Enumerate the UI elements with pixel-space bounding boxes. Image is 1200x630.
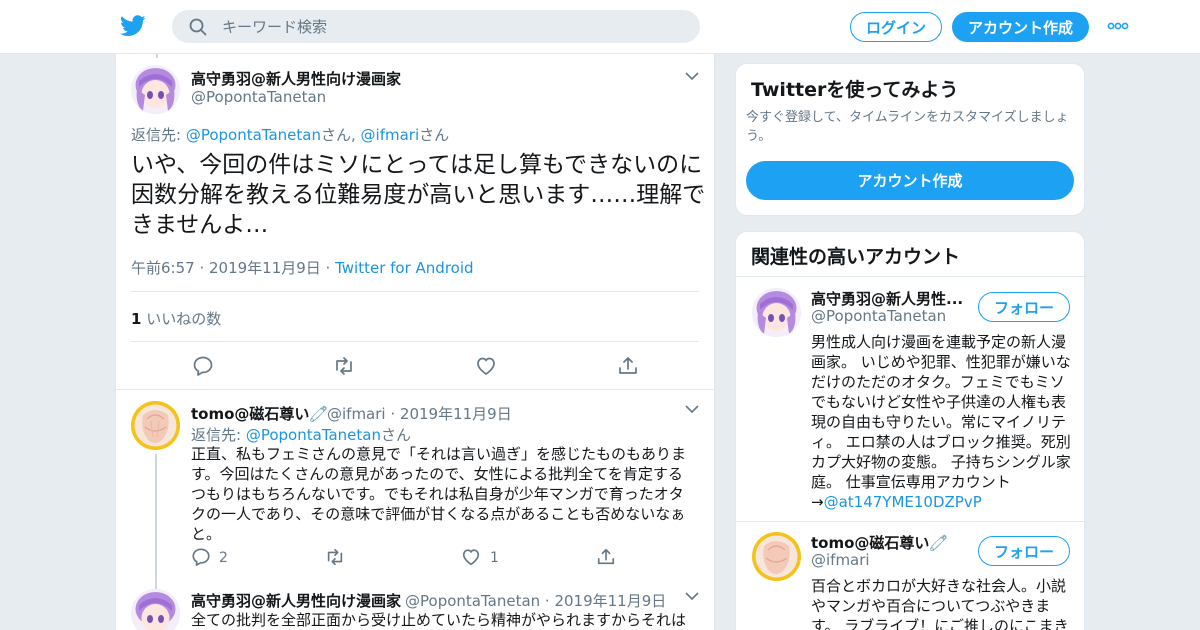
author-name[interactable]: 高守勇羽@新人男性向け漫画家 — [191, 590, 401, 611]
reply-to-label: 返信先: — [131, 126, 186, 144]
account-name[interactable]: 高守勇羽@新人男性... — [811, 288, 971, 309]
card-title: Twitterを使ってみよう — [751, 79, 959, 101]
author-handle[interactable]: @PopontaTanetan — [191, 88, 326, 106]
avatar[interactable] — [131, 65, 180, 114]
likes-label: いいねの数 — [141, 310, 222, 328]
tweet-text: いや、今回の件はミソにとっては足し算もできないのに因数分解を教える位難易度が高い… — [131, 152, 706, 238]
like-count: 1 — [490, 550, 499, 566]
honorific: さん — [419, 126, 450, 144]
divider — [131, 291, 699, 292]
avatar[interactable] — [752, 532, 801, 581]
divider — [116, 389, 714, 390]
account-handle[interactable]: @ifmari — [811, 551, 870, 569]
tweet-text: 正直、私もフェミさんの意見で「それは言い過ぎ」を感じたものもあります。今回はたく… — [191, 445, 687, 543]
author-handle[interactable]: @PopontaTanetan — [405, 592, 540, 610]
reply-to-label: 返信先: — [191, 426, 246, 444]
search-icon — [189, 18, 207, 36]
like-heart-icon[interactable] — [461, 547, 481, 567]
bio-text: 男性成人向け漫画を連載予定の新人漫画家。 いじめや犯罪、性犯罪が嫌いなだけのただ… — [811, 333, 1071, 511]
reply-count: 2 — [219, 550, 228, 566]
account-handle[interactable]: @PopontaTanetan — [811, 307, 946, 325]
likes-count[interactable]: 1 いいねの数 — [131, 308, 221, 329]
more-options-icon[interactable] — [1107, 21, 1129, 31]
reply-to-line: 返信先: @PopontaTanetanさん — [191, 424, 411, 445]
twitter-bird-icon[interactable] — [120, 14, 146, 38]
signup-card-button[interactable]: アカウント作成 — [746, 161, 1074, 200]
reply-to-user-link[interactable]: @PopontaTanetan — [246, 426, 381, 444]
avatar[interactable] — [131, 589, 180, 630]
divider — [736, 521, 1084, 522]
login-button[interactable]: ログイン — [850, 12, 942, 42]
likes-number: 1 — [131, 310, 142, 328]
reply-author-meta: @ifmari · 2019年11月9日 — [327, 403, 512, 424]
share-icon[interactable] — [596, 547, 616, 567]
tweet-meta: 午前6:57 · 2019年11月9日 · Twitter for Androi… — [131, 257, 474, 278]
tweet-source-link[interactable]: Twitter for Android — [335, 259, 473, 277]
thread-connector — [156, 54, 158, 58]
share-icon[interactable] — [617, 355, 639, 377]
avatar[interactable] — [752, 288, 801, 337]
signup-button[interactable]: アカウント作成 — [952, 12, 1089, 42]
top-navigation-bar: ログイン アカウント作成 — [0, 0, 1200, 54]
author-name[interactable]: tomo@磁石尊い🧷 — [191, 403, 328, 424]
retweet-icon[interactable] — [325, 547, 345, 567]
chevron-down-icon[interactable] — [685, 591, 699, 601]
author-name[interactable]: 高守勇羽@新人男性向け漫画家 — [191, 68, 401, 89]
tweet-text: 全ての批判を全部正面から受け止めていたら精神がやられますからそれは — [191, 611, 687, 629]
honorific: さん — [380, 426, 411, 444]
follow-button[interactable]: フォロー — [978, 536, 1070, 566]
like-heart-icon[interactable] — [475, 355, 497, 377]
account-bio: 男性成人向け漫画を連載予定の新人漫画家。 いじめや犯罪、性犯罪が嫌いなだけのただ… — [811, 332, 1073, 512]
account-bio: 百合とボカロが大好きな社会人。小説やマンガや百合についてつぶやきます。 ラブライ… — [811, 577, 1069, 630]
reply-icon[interactable] — [191, 547, 211, 567]
card-title: 関連性の高いアカウント — [751, 246, 961, 268]
honorific: さん, — [320, 126, 361, 144]
account-name[interactable]: tomo@磁石尊い🧷 — [811, 532, 948, 553]
divider — [736, 276, 1084, 277]
card-subtitle: 今すぐ登録して、タイムラインをカスタマイズしましょう。 — [746, 110, 1069, 144]
search-input[interactable] — [222, 10, 682, 43]
related-accounts-card: 関連性の高いアカウント 高守勇羽@新人男性... @PopontaTanetan… — [735, 231, 1085, 630]
chevron-down-icon[interactable] — [685, 404, 699, 414]
follow-button[interactable]: フォロー — [978, 292, 1070, 322]
reply-to-user-link[interactable]: @ifmari — [361, 126, 420, 144]
signup-card: Twitterを使ってみよう 今すぐ登録して、タイムラインをカスタマイズしましょ… — [735, 63, 1085, 216]
search-bar — [172, 10, 700, 43]
retweet-icon[interactable] — [333, 355, 355, 377]
avatar[interactable] — [131, 401, 180, 450]
reply-to-line: 返信先: @PopontaTanetanさん, @ifmariさん — [131, 124, 449, 145]
divider — [131, 341, 699, 342]
tweet-date[interactable]: · 2019年11月9日 — [540, 592, 666, 610]
tweet-timestamp[interactable]: 午前6:57 · 2019年11月9日 · — [131, 259, 335, 277]
reply-to-user-link[interactable]: @PopontaTanetan — [186, 126, 321, 144]
chevron-down-icon[interactable] — [685, 71, 699, 81]
bio-link[interactable]: @at147YME10DZPvP — [824, 493, 982, 511]
reply-author-meta: @PopontaTanetan · 2019年11月9日 — [405, 590, 666, 611]
tweet-date[interactable]: · 2019年11月9日 — [386, 405, 511, 423]
timeline-column: 高守勇羽@新人男性向け漫画家 @PopontaTanetan 返信先: @Pop… — [115, 54, 715, 630]
reply-icon[interactable] — [192, 355, 214, 377]
author-handle[interactable]: @ifmari — [327, 405, 386, 423]
